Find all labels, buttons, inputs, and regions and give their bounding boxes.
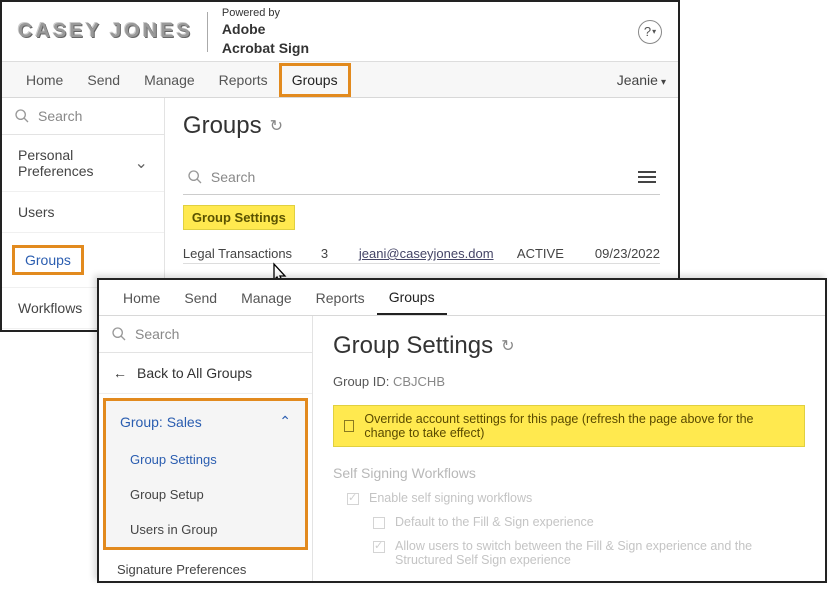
sidebar-search[interactable]: Search bbox=[99, 316, 312, 353]
brand-logo: CASEY JONES bbox=[18, 20, 193, 43]
refresh-icon[interactable]: ↻ bbox=[270, 116, 283, 136]
group-header[interactable]: Group: Sales bbox=[103, 398, 308, 442]
nav-groups[interactable]: Groups bbox=[280, 64, 350, 96]
option-label: Allow users to switch between the Fill &… bbox=[395, 539, 805, 567]
override-label: Override account settings for this page … bbox=[364, 412, 794, 440]
sidebar: Search ← Back to All Groups Group: Sales… bbox=[99, 316, 313, 581]
group-id-label: Group ID: bbox=[333, 374, 389, 389]
cell-date: 09/23/2022 bbox=[595, 246, 660, 261]
group-name: Group: Sales bbox=[120, 414, 202, 430]
nav-send[interactable]: Send bbox=[172, 282, 229, 314]
group-search[interactable]: Search bbox=[183, 160, 660, 195]
search-icon bbox=[187, 169, 203, 185]
cell-name: Legal Transactions bbox=[183, 246, 303, 261]
checkbox-icon[interactable] bbox=[373, 541, 385, 553]
nav-send[interactable]: Send bbox=[75, 64, 132, 96]
option-enable-self-signing[interactable]: Enable self signing workflows bbox=[333, 491, 805, 505]
powered-by: Powered by Adobe Acrobat Sign bbox=[222, 6, 309, 57]
group-submenu: Group Settings Group Setup Users in Grou… bbox=[103, 442, 308, 550]
sidebar-item-signature-preferences[interactable]: Signature Preferences bbox=[99, 550, 312, 589]
nav-manage[interactable]: Manage bbox=[229, 282, 304, 314]
checkbox-icon[interactable] bbox=[373, 517, 385, 529]
search-placeholder: Search bbox=[211, 169, 255, 185]
sidebar-item-users[interactable]: Users bbox=[2, 192, 164, 233]
menu-icon[interactable] bbox=[638, 168, 656, 186]
search-icon bbox=[14, 108, 30, 124]
submenu-group-setup[interactable]: Group Setup bbox=[106, 477, 305, 512]
nav-reports[interactable]: Reports bbox=[304, 282, 377, 314]
checkbox-icon[interactable] bbox=[344, 420, 354, 432]
back-label: Back to All Groups bbox=[137, 365, 252, 381]
nav-bar: Home Send Manage Reports Groups Jeanie bbox=[2, 62, 678, 98]
page-title-text: Groups bbox=[183, 112, 262, 140]
sidebar-item-label: Personal Preferences bbox=[18, 147, 135, 179]
nav-home[interactable]: Home bbox=[14, 64, 75, 96]
cell-count: 3 bbox=[321, 246, 341, 261]
page-title: Group Settings ↻ bbox=[333, 332, 805, 360]
submenu-users-in-group[interactable]: Users in Group bbox=[106, 512, 305, 547]
group-settings-badge[interactable]: Group Settings bbox=[183, 205, 295, 230]
powered-by-label: Powered by bbox=[222, 6, 309, 20]
back-to-all-groups[interactable]: ← Back to All Groups bbox=[99, 353, 312, 394]
nav-groups[interactable]: Groups bbox=[377, 281, 447, 315]
sidebar-search[interactable]: Search bbox=[2, 98, 164, 135]
submenu-group-settings[interactable]: Group Settings bbox=[106, 442, 305, 477]
sidebar-item-label: Groups bbox=[12, 245, 84, 275]
sidebar-search-label: Search bbox=[135, 326, 179, 342]
nav-bar: Home Send Manage Reports Groups bbox=[99, 280, 825, 316]
group-id-value: CBJCHB bbox=[393, 374, 445, 389]
nav-manage[interactable]: Manage bbox=[132, 64, 207, 96]
user-menu[interactable]: Jeanie bbox=[617, 72, 666, 88]
main-content: Group Settings ↻ Group ID: CBJCHB Overri… bbox=[313, 316, 825, 581]
app-header: CASEY JONES Powered by Adobe Acrobat Sig… bbox=[2, 2, 678, 62]
cell-status: ACTIVE bbox=[517, 246, 577, 261]
override-account-settings[interactable]: Override account settings for this page … bbox=[333, 405, 805, 447]
checkbox-icon[interactable] bbox=[347, 493, 359, 505]
divider bbox=[207, 12, 208, 52]
search-icon bbox=[111, 326, 127, 342]
help-icon[interactable]: ?▾ bbox=[638, 20, 662, 44]
table-row[interactable]: Legal Transactions 3 jeani@caseyjones.do… bbox=[183, 246, 660, 264]
option-default-fill-sign[interactable]: Default to the Fill & Sign experience bbox=[333, 515, 805, 529]
body: Search ← Back to All Groups Group: Sales… bbox=[99, 316, 825, 581]
refresh-icon[interactable]: ↻ bbox=[501, 336, 514, 356]
adobe-label: Adobe bbox=[222, 20, 309, 38]
option-label: Default to the Fill & Sign experience bbox=[395, 515, 594, 529]
acrobat-label: Acrobat Sign bbox=[222, 39, 309, 57]
group-id: Group ID: CBJCHB bbox=[333, 374, 805, 389]
section-heading: Self Signing Workflows bbox=[333, 465, 805, 481]
page-title: Groups ↻ bbox=[183, 112, 660, 140]
sidebar-item-personal-preferences[interactable]: Personal Preferences bbox=[2, 135, 164, 192]
page-title-text: Group Settings bbox=[333, 332, 493, 360]
panel-group-settings: Home Send Manage Reports Groups Search ←… bbox=[97, 278, 827, 583]
option-label: Enable self signing workflows bbox=[369, 491, 532, 505]
arrow-left-icon: ← bbox=[113, 365, 127, 381]
cell-email[interactable]: jeani@caseyjones.dom bbox=[359, 246, 499, 261]
sidebar-search-label: Search bbox=[38, 108, 82, 124]
nav-reports[interactable]: Reports bbox=[207, 64, 280, 96]
option-allow-switch[interactable]: Allow users to switch between the Fill &… bbox=[333, 539, 805, 567]
nav-home[interactable]: Home bbox=[111, 282, 172, 314]
